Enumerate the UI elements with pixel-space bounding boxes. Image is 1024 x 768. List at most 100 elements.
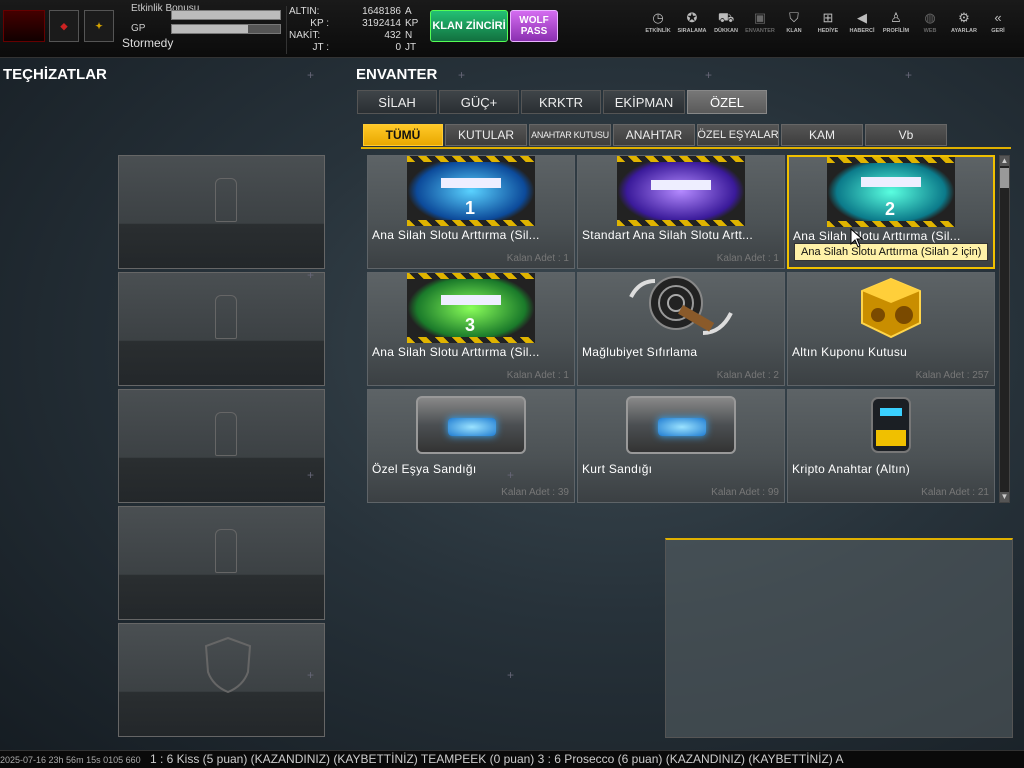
item-quantity: Kalan Adet : 21	[921, 487, 989, 498]
nav-profilim-button[interactable]: ♙ PROFİLİM	[878, 8, 914, 48]
ticker-text: 1 : 6 Kiss (5 puan) (KAZANDINIZ) (KAYBET…	[149, 752, 844, 766]
nav-siralama-button[interactable]: ✪ SIRALAMA	[674, 8, 710, 48]
chest-icon	[416, 396, 526, 454]
nav-label: AYARLAR	[951, 28, 977, 34]
rifle-icon: 2	[827, 157, 955, 227]
nav-label: DÜKKAN	[714, 28, 738, 34]
nav-etkinlik-button[interactable]: ◷ ETKİNLİK	[640, 8, 676, 48]
equipment-slot-5[interactable]	[118, 623, 325, 737]
scroll-down-icon[interactable]: ▼	[1000, 492, 1009, 502]
currency-nakit-value: 432	[384, 30, 401, 41]
nav-haberci-button[interactable]: ◀ HABERCİ	[844, 8, 880, 48]
slot-number: 2	[885, 199, 896, 219]
globe-icon: ◍	[924, 10, 936, 25]
subtab-ozel-esyalar[interactable]: ÖZEL EŞYALAR	[697, 124, 779, 146]
currency-altin-label: ALTIN:	[289, 6, 320, 17]
wolf-pass-button[interactable]: WOLF PASS	[510, 10, 558, 42]
nav-ayarlar-button[interactable]: ⚙ AYARLAR	[946, 8, 982, 48]
inventory-title: ENVANTER	[356, 66, 438, 83]
subtab-anahtar[interactable]: ANAHTAR	[613, 124, 695, 146]
subtab-strip: TÜMÜ KUTULAR ANAHTAR KUTUSU ANAHTAR ÖZEL…	[361, 117, 1011, 149]
tab-guc[interactable]: GÜÇ+	[439, 90, 519, 114]
currency-kp-value: 3192414	[362, 18, 401, 29]
target-reset-icon	[629, 276, 733, 335]
spray-can-icon	[215, 295, 237, 339]
gift-icon: ⊞	[822, 10, 834, 25]
currency-altin-value: 1648186	[362, 6, 401, 17]
inventory-item-standard-slot[interactable]: Standart Ana Silah Slotu Artt... Kalan A…	[577, 155, 785, 269]
nav-label: WEB	[923, 28, 937, 34]
rifle-icon: 1	[407, 156, 535, 226]
plus-marker: +	[905, 68, 913, 82]
item-quantity: Kalan Adet : 1	[716, 253, 779, 264]
spray-can-icon	[215, 412, 237, 456]
tooltip-text: Ana Silah Slotu Arttırma (Silah 2 için)	[801, 246, 982, 258]
tab-silah[interactable]: SİLAH	[357, 90, 437, 114]
subtab-kam[interactable]: KAM	[781, 124, 863, 146]
username: Stormedy	[122, 36, 174, 50]
game-logo	[3, 10, 45, 42]
item-quantity: Kalan Adet : 1	[506, 253, 569, 264]
inventory-item-special-chest[interactable]: Özel Eşya Sandığı Kalan Adet : 39	[367, 389, 575, 503]
scroll-up-icon[interactable]: ▲	[1000, 156, 1009, 166]
currency-nakit-unit: N	[405, 30, 413, 41]
crypto-key-icon	[871, 397, 911, 453]
scroll-thumb[interactable]	[1000, 168, 1009, 188]
stopwatch-icon: ◷	[652, 10, 664, 25]
equipment-slot-1[interactable]	[118, 155, 325, 269]
subtab-kutular[interactable]: KUTULAR	[445, 124, 527, 146]
plus-marker: +	[307, 668, 315, 682]
nav-geri-button[interactable]: « GERİ	[980, 8, 1016, 48]
inventory-item-gold-coupon-box[interactable]: Altın Kuponu Kutusu Kalan Adet : 257	[787, 272, 995, 386]
currency-jt-label: JT :	[312, 42, 329, 53]
subtab-vb[interactable]: Vb	[865, 124, 947, 146]
nav-envanter-button[interactable]: ▣ ENVANTER	[742, 8, 778, 48]
item-tooltip: Ana Silah Slotu Arttırma (Silah 2 için)	[794, 243, 989, 261]
gp-label: GP	[131, 23, 146, 34]
slot-number: 3	[465, 315, 476, 335]
top-bar: ◆ ✦ Etkinlik Bonusu GP Stormedy ALTIN: 1…	[0, 0, 1024, 58]
item-name: Altın Kuponu Kutusu	[792, 345, 908, 359]
gold-box-icon	[861, 277, 921, 339]
plus-marker: +	[307, 468, 315, 482]
klan-zinciri-button[interactable]: KLAN ZİNCİRİ	[430, 10, 508, 42]
subtab-tumu[interactable]: TÜMÜ	[363, 124, 443, 146]
cursor-icon	[850, 228, 864, 248]
plus-marker: +	[307, 68, 315, 82]
item-name: Ana Silah Slotu Arttırma (Sil...	[372, 228, 540, 242]
equipment-slot-3[interactable]	[118, 389, 325, 503]
item-quantity: Kalan Adet : 99	[711, 487, 779, 498]
nav-label: ENVANTER	[745, 28, 775, 34]
nav-label: HEDİYE	[817, 28, 839, 34]
nav-klan-button[interactable]: ⛉ KLAN	[776, 8, 812, 48]
match-ticker: 2025-07-16 23h 56m 15s 0105 660 1 : 6 Ki…	[0, 750, 1024, 768]
item-name: Mağlubiyet Sıfırlama	[582, 345, 698, 359]
inventory-scrollbar[interactable]: ▲ ▼	[999, 155, 1010, 503]
equipment-slot-4[interactable]	[118, 506, 325, 620]
inventory-item-wolf-chest[interactable]: Kurt Sandığı Kalan Adet : 99	[577, 389, 785, 503]
tab-ekipman[interactable]: EKİPMAN	[603, 90, 685, 114]
spray-can-icon	[215, 529, 237, 573]
item-quantity: Kalan Adet : 2	[716, 370, 779, 381]
tab-krktr[interactable]: KRKTR	[521, 90, 601, 114]
inventory-tabs: SİLAH GÜÇ+ KRKTR EKİPMAN ÖZEL	[357, 90, 769, 114]
inventory-item-defeat-reset[interactable]: Mağlubiyet Sıfırlama Kalan Adet : 2	[577, 272, 785, 386]
rifle-icon	[617, 156, 745, 226]
shield-slot-icon	[204, 636, 252, 694]
currency-panel: ALTIN: 1648186 A KP : 3192414 KP NAKİT: …	[286, 6, 420, 54]
equipment-slot-2[interactable]	[118, 272, 325, 386]
item-name: Ana Silah Slotu Arttırma (Sil...	[372, 345, 540, 359]
nav-hediye-button[interactable]: ⊞ HEDİYE	[810, 8, 846, 48]
chest-icon	[626, 396, 736, 454]
clan-emblem: ◆	[49, 10, 79, 42]
item-quantity: Kalan Adet : 257	[915, 370, 989, 381]
nav-web-button[interactable]: ◍ WEB	[912, 8, 948, 48]
item-name: Kripto Anahtar (Altın)	[792, 462, 910, 476]
medal-icon: ✪	[686, 10, 698, 25]
subtab-anahtar-kutusu[interactable]: ANAHTAR KUTUSU	[529, 124, 611, 146]
inventory-item-crypto-key[interactable]: Kripto Anahtar (Altın) Kalan Adet : 21	[787, 389, 995, 503]
nav-dükkan-button[interactable]: ⛟ DÜKKAN	[708, 8, 744, 48]
inventory-item-slot-3[interactable]: 3 Ana Silah Slotu Arttırma (Sil... Kalan…	[367, 272, 575, 386]
inventory-item-slot-1[interactable]: 1 Ana Silah Slotu Arttırma (Sil... Kalan…	[367, 155, 575, 269]
tab-ozel[interactable]: ÖZEL	[687, 90, 767, 114]
